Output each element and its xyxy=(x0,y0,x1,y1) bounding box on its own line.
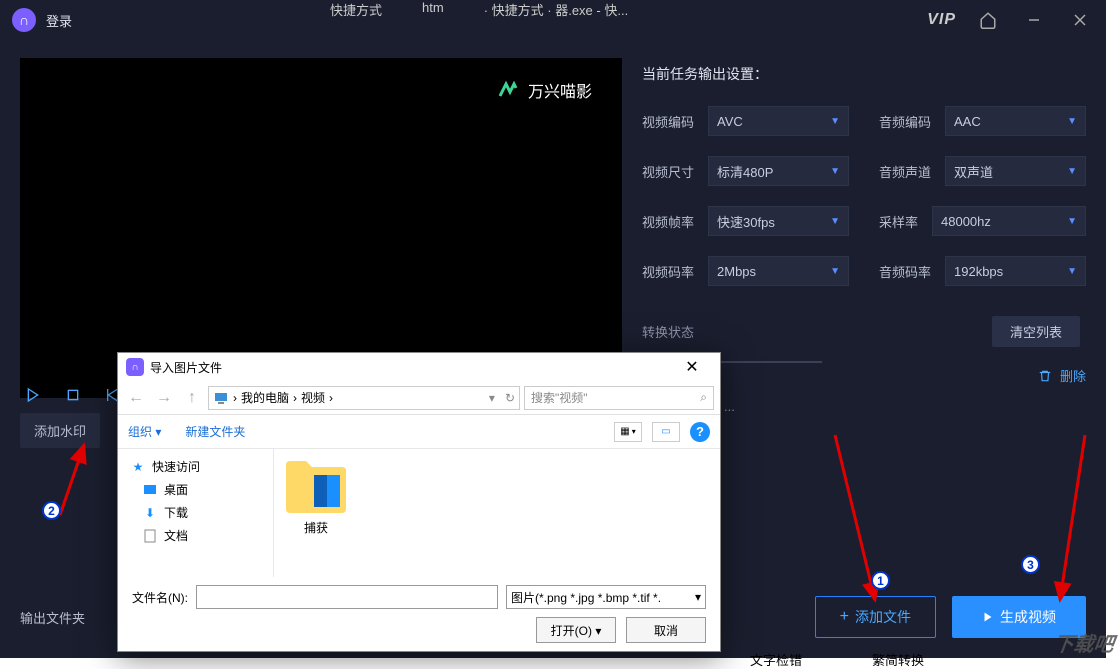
video-bitrate-label: 视频码率 xyxy=(642,262,694,281)
sidebar-downloads[interactable]: ⬇ 下载 xyxy=(122,501,269,524)
play-button[interactable] xyxy=(20,382,46,408)
app-logo-icon: ∩ xyxy=(12,8,36,32)
nav-back-icon[interactable]: ← xyxy=(124,386,148,410)
chevron-down-icon: ▼ xyxy=(830,116,840,127)
cancel-button[interactable]: 取消 xyxy=(626,617,706,643)
settings-title: 当前任务输出设置： xyxy=(642,64,1086,84)
help-icon[interactable]: ? xyxy=(690,422,710,442)
video-codec-select[interactable]: AVC▼ xyxy=(708,106,849,136)
footer-text: 文字检错 繁简转换 xyxy=(750,650,924,669)
tab-1[interactable]: 快捷方式 xyxy=(330,0,382,19)
clear-list-button[interactable]: 清空列表 xyxy=(992,316,1080,347)
search-input[interactable]: 搜索"视频" ⌕ xyxy=(524,386,714,410)
sidebar-desktop[interactable]: 桌面 xyxy=(122,478,269,501)
annotation-circle-3: 3 xyxy=(1021,555,1040,574)
audio-bitrate-label: 音频码率 xyxy=(879,262,931,281)
preview-pane-icon[interactable]: ▭ xyxy=(652,422,680,442)
dialog-content[interactable]: 捕获 xyxy=(274,449,720,577)
home-icon[interactable] xyxy=(974,6,1002,34)
star-icon: ★ xyxy=(130,459,146,475)
sidebar-documents[interactable]: 文档 xyxy=(122,524,269,547)
dialog-close-button[interactable]: ✕ xyxy=(672,356,712,378)
video-bitrate-select[interactable]: 2Mbps▼ xyxy=(708,256,849,286)
stop-button[interactable] xyxy=(60,382,86,408)
dialog-logo-icon: ∩ xyxy=(126,358,144,376)
file-open-dialog: ∩ 导入图片文件 ✕ ← → ↑ › 我的电脑 › 视频 › ▾ ↻ 搜索"视频… xyxy=(117,352,721,652)
video-size-select[interactable]: 标清480P▼ xyxy=(708,156,849,186)
audio-bitrate-select[interactable]: 192kbps▼ xyxy=(945,256,1086,286)
filter-select[interactable]: 图片(*.png *.jpg *.bmp *.tif *.▾ xyxy=(506,585,706,609)
desktop-icon xyxy=(142,482,158,498)
site-watermark: 下载吧 xyxy=(1052,628,1116,657)
login-link[interactable]: 登录 xyxy=(46,11,72,30)
sample-rate-label: 采样率 xyxy=(879,212,918,231)
annotation-circle-2: 2 xyxy=(42,501,61,520)
sample-rate-select[interactable]: 48000hz▼ xyxy=(932,206,1086,236)
chevron-down-icon: ▼ xyxy=(1067,216,1077,227)
refresh-icon[interactable]: ↻ xyxy=(505,391,515,405)
organize-menu[interactable]: 组织 ▾ xyxy=(128,423,161,440)
chevron-down-icon: ▼ xyxy=(1067,116,1077,127)
chevron-down-icon: ▼ xyxy=(1067,266,1077,277)
output-folder-label: 输出文件夹 xyxy=(20,608,85,627)
dialog-sidebar: ★ 快速访问 桌面 ⬇ 下载 文档 xyxy=(118,449,274,577)
ellipsis-text: ... xyxy=(724,399,735,414)
status-label: 转换状态 xyxy=(642,322,694,341)
audio-codec-select[interactable]: AAC▼ xyxy=(945,106,1086,136)
folder-icon xyxy=(284,459,348,515)
nav-path[interactable]: › 我的电脑 › 视频 › ▾ ↻ xyxy=(208,386,520,410)
delete-button[interactable]: 删除 xyxy=(1038,366,1086,385)
download-icon: ⬇ xyxy=(142,505,158,521)
path-seg-1[interactable]: 我的电脑 xyxy=(241,389,289,406)
annotation-circle-1: 1 xyxy=(871,571,890,590)
filename-label: 文件名(N): xyxy=(132,589,188,606)
video-size-label: 视频尺寸 xyxy=(642,162,694,181)
video-preview: 万兴喵影 xyxy=(20,58,622,398)
sidebar-quick-access[interactable]: ★ 快速访问 xyxy=(122,455,269,478)
audio-codec-label: 音频编码 xyxy=(879,112,931,131)
chevron-down-icon: ▼ xyxy=(830,216,840,227)
path-seg-2[interactable]: 视频 xyxy=(301,389,325,406)
video-fps-label: 视频帧率 xyxy=(642,212,694,231)
minimize-button[interactable] xyxy=(1020,6,1048,34)
nav-up-icon[interactable]: ↑ xyxy=(180,386,204,410)
view-icon[interactable]: ▦▾ xyxy=(614,422,642,442)
chevron-down-icon: ▼ xyxy=(1067,166,1077,177)
add-watermark-button[interactable]: 添加水印 xyxy=(20,413,100,448)
open-button[interactable]: 打开(O) ▾ xyxy=(536,617,616,643)
tab-2[interactable]: htm xyxy=(422,0,444,19)
vip-badge[interactable]: VIP xyxy=(927,11,956,29)
tab-3[interactable]: · 快捷方式 · 器.exe - 快... xyxy=(484,0,629,19)
path-dropdown-icon[interactable]: ▾ xyxy=(489,391,495,405)
video-codec-label: 视频编码 xyxy=(642,112,694,131)
taskbar-tabs: 快捷方式 htm · 快捷方式 · 器.exe - 快... xyxy=(330,0,628,19)
monitor-icon xyxy=(213,390,229,406)
new-folder-button[interactable]: 新建文件夹 xyxy=(185,423,245,440)
nav-forward-icon[interactable]: → xyxy=(152,386,176,410)
trash-icon xyxy=(1038,369,1052,383)
settings-panel: 当前任务输出设置： 视频编码 AVC▼ 音频编码 AAC▼ 视频尺寸 标清480… xyxy=(642,58,1086,398)
play-icon xyxy=(982,611,994,623)
watermark-logo: 万兴喵影 xyxy=(496,78,592,102)
player-controls xyxy=(20,378,126,412)
audio-channel-select[interactable]: 双声道▼ xyxy=(945,156,1086,186)
add-file-button[interactable]: + 添加文件 xyxy=(815,596,936,638)
document-icon xyxy=(142,528,158,544)
folder-item[interactable]: 捕获 xyxy=(284,459,348,536)
plus-icon: + xyxy=(840,608,849,626)
chevron-down-icon: ▼ xyxy=(830,166,840,177)
close-button[interactable] xyxy=(1066,6,1094,34)
video-fps-select[interactable]: 快速30fps▼ xyxy=(708,206,849,236)
chevron-down-icon: ▼ xyxy=(830,266,840,277)
audio-channel-label: 音频声道 xyxy=(879,162,931,181)
filename-input[interactable] xyxy=(196,585,498,609)
search-icon: ⌕ xyxy=(700,390,707,405)
dialog-title: 导入图片文件 xyxy=(150,359,222,376)
